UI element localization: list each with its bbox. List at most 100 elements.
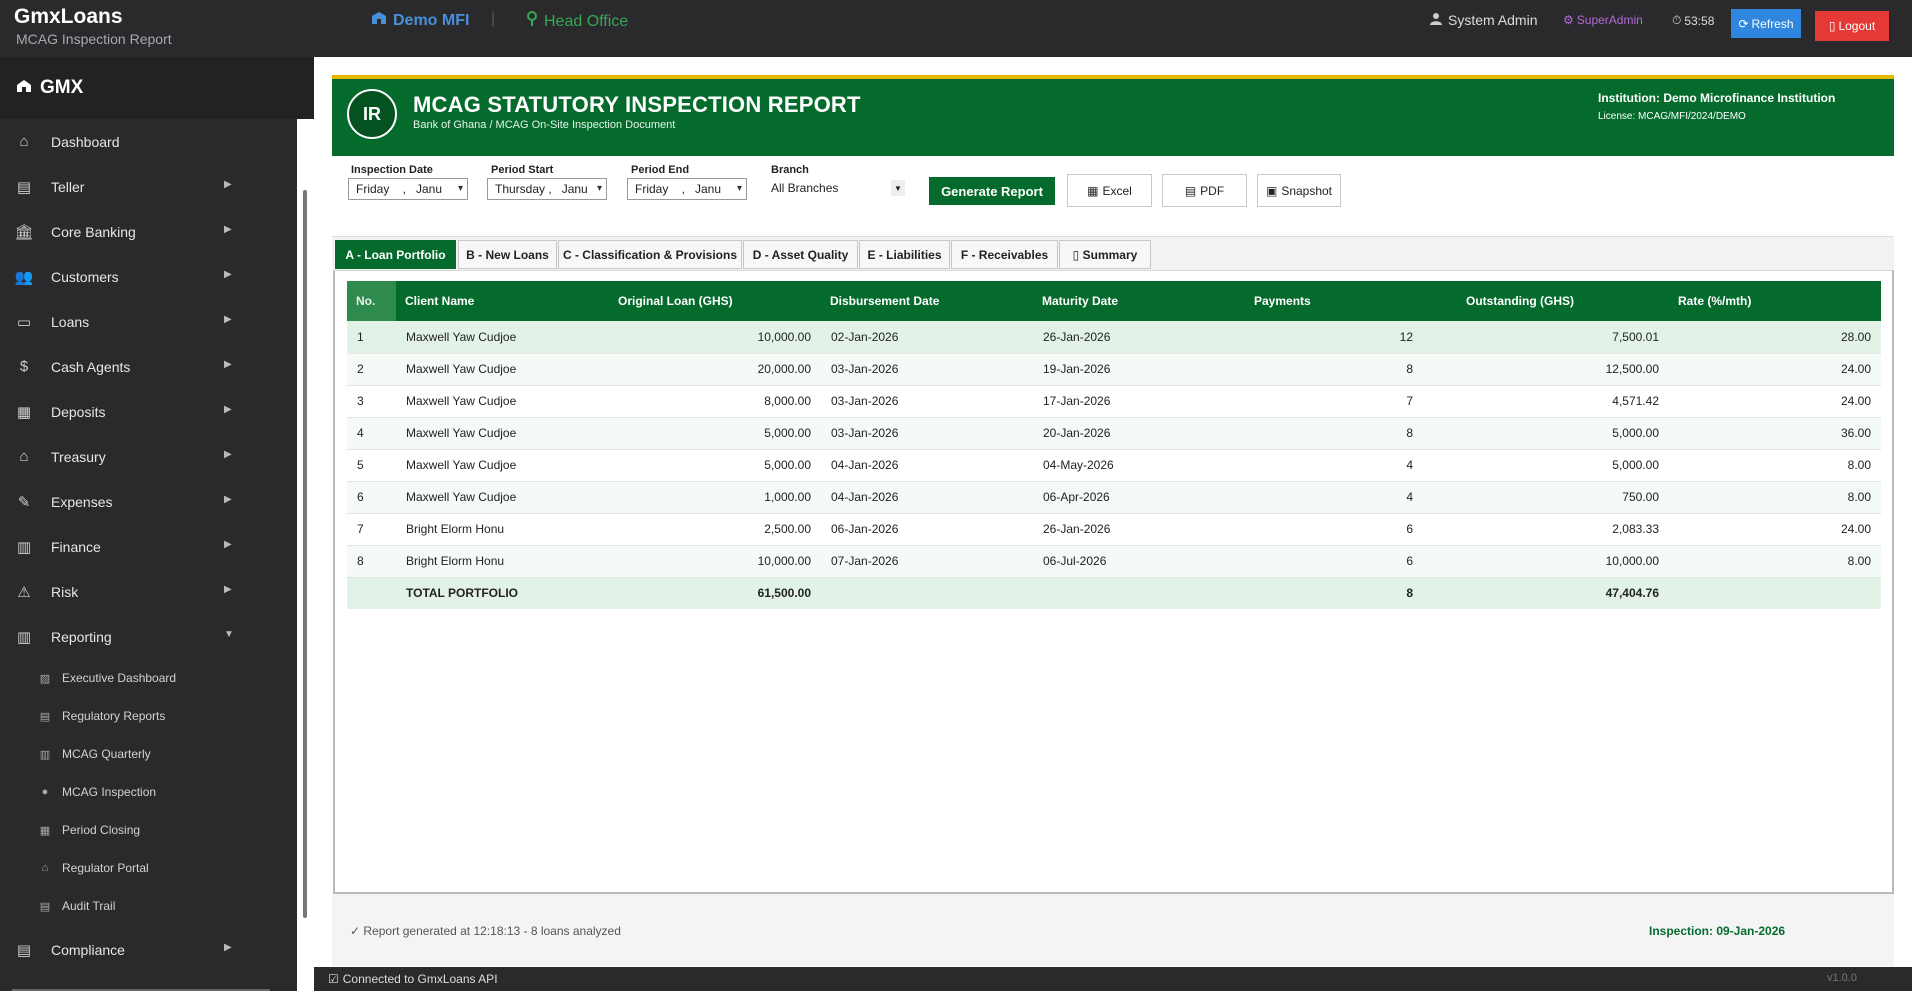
- chevron-down-icon: ▾: [596, 183, 602, 194]
- export-excel-button[interactable]: ▦ Excel: [1067, 174, 1152, 207]
- org-name: Demo MFI: [393, 11, 470, 29]
- connection-status: ☑ Connected to GmxLoans API: [328, 972, 498, 986]
- sidebar-item-cash-agents[interactable]: $ Cash Agents ▶: [0, 344, 297, 389]
- table-row[interactable]: 5 Maxwell Yaw Cudjoe 5,000.00 04-Jan-2026 04…: [347, 449, 1881, 482]
- risk-icon: ⚠: [17, 583, 31, 601]
- table-cell: 8,000.00: [609, 385, 821, 418]
- table-cell: 8.00: [1669, 545, 1881, 578]
- table-cell: 3: [347, 385, 396, 418]
- tab-receivables[interactable]: F - Receivables: [951, 240, 1058, 269]
- sidebar-item-customers[interactable]: 👥 Customers ▶: [0, 254, 297, 299]
- caret-right-icon: ▶: [224, 314, 232, 325]
- inspection-date-footer: Inspection: 09-Jan-2026: [1649, 924, 1786, 938]
- column-header-no[interactable]: No.: [347, 281, 396, 321]
- sidebar-scroll-thumb[interactable]: [303, 190, 307, 918]
- app-subtitle: MCAG Inspection Report: [16, 31, 172, 47]
- chevron-down-icon: ▾: [736, 183, 742, 194]
- branch-selector[interactable]: Head Office: [526, 11, 628, 32]
- period-closing-icon: ▦: [39, 824, 51, 837]
- tab-summary[interactable]: ▯ Summary: [1059, 240, 1151, 269]
- column-header-original-loan[interactable]: Original Loan (GHS): [609, 281, 821, 321]
- table-cell: 8: [347, 545, 396, 578]
- sidebar-item-label: Deposits: [51, 403, 106, 420]
- sidebar-item-expenses[interactable]: ✎ Expenses ▶: [0, 479, 297, 524]
- compliance-icon: ▤: [16, 941, 32, 959]
- tab-liabilities[interactable]: E - Liabilities: [859, 240, 950, 269]
- period-end-picker[interactable]: Friday , Janu ▾: [627, 178, 747, 200]
- table-row[interactable]: 1 Maxwell Yaw Cudjoe 10,000.00 02-Jan-2026 2…: [347, 321, 1881, 354]
- sidebar-item-treasury[interactable]: ⌂ Treasury ▶: [0, 434, 297, 479]
- table-row[interactable]: 3 Maxwell Yaw Cudjoe 8,000.00 03-Jan-2026 17…: [347, 385, 1881, 418]
- table-row[interactable]: 4 Maxwell Yaw Cudjoe 5,000.00 03-Jan-2026 20…: [347, 417, 1881, 450]
- table-cell: Maxwell Yaw Cudjoe: [396, 449, 609, 482]
- table-cell: 2: [347, 353, 396, 386]
- sidebar-subitem-executive-dashboard[interactable]: ▨ Executive Dashboard: [0, 659, 297, 697]
- column-header-rate[interactable]: Rate (%/mth): [1669, 281, 1881, 321]
- report-badge: IR: [347, 89, 397, 139]
- sidebar-subitem-period-closing[interactable]: ▦ Period Closing: [0, 811, 297, 849]
- sidebar-subitem-regulator-portal[interactable]: ⌂ Regulator Portal: [0, 849, 297, 887]
- generate-report-button[interactable]: Generate Report: [929, 177, 1055, 205]
- tab-asset-quality[interactable]: D - Asset Quality: [743, 240, 858, 269]
- sidebar-item-label: Core Banking: [51, 223, 136, 240]
- snapshot-label: Snapshot: [1281, 183, 1333, 198]
- sidebar-item-reporting[interactable]: ▥ Reporting ▼: [0, 614, 297, 659]
- sidebar-item-finance[interactable]: ▥ Finance ▶: [0, 524, 297, 569]
- logout-label: Logout: [1838, 19, 1876, 33]
- caret-right-icon: ▶: [224, 449, 232, 460]
- column-header-disbursement-date[interactable]: Disbursement Date: [821, 281, 1033, 321]
- table-cell: 04-Jan-2026: [821, 481, 1033, 514]
- sidebar-item-deposits[interactable]: ▦ Deposits ▶: [0, 389, 297, 434]
- table-cell: 12: [1245, 321, 1457, 354]
- table-cell: 06-Jan-2026: [821, 513, 1033, 546]
- table-row[interactable]: 8 Bright Elorm Honu 10,000.00 07-Jan-2026 06…: [347, 545, 1881, 578]
- refresh-button[interactable]: ⟳ Refresh: [1731, 9, 1801, 38]
- excel-label: Excel: [1102, 183, 1132, 198]
- column-header-client-name[interactable]: Client Name: [396, 281, 609, 321]
- period-end-value: Friday , Janu: [635, 182, 722, 196]
- caret-right-icon: ▶: [224, 584, 232, 595]
- logout-button[interactable]: ▯ Logout: [1815, 11, 1889, 41]
- sidebar-subitem-mcag-inspection[interactable]: ● MCAG Inspection: [0, 773, 297, 811]
- snapshot-button[interactable]: ▣ Snapshot: [1257, 174, 1341, 207]
- sidebar-item-loans[interactable]: ▭ Loans ▶: [0, 299, 297, 344]
- table-cell: 750.00: [1457, 481, 1669, 514]
- home-icon: [16, 77, 32, 99]
- user-menu[interactable]: System Admin: [1430, 12, 1537, 28]
- table-cell: [1669, 577, 1881, 609]
- sidebar-item-compliance[interactable]: ▤ Compliance ▶: [0, 927, 297, 972]
- period-start-picker[interactable]: Thursday , Janu ▾: [487, 178, 607, 200]
- export-pdf-button[interactable]: ▤ PDF: [1162, 174, 1247, 207]
- sidebar-item-core-banking[interactable]: 🏛 Core Banking ▶: [0, 209, 297, 254]
- table-cell: 6: [347, 481, 396, 514]
- table-cell: 06-Apr-2026: [1033, 481, 1245, 514]
- table-row[interactable]: 7 Bright Elorm Honu 2,500.00 06-Jan-2026 26-…: [347, 513, 1881, 546]
- sidebar-subitem-mcag-quarterly[interactable]: ▥ MCAG Quarterly: [0, 735, 297, 773]
- sidebar-item-dashboard[interactable]: ⌂ Dashboard: [0, 119, 297, 164]
- sidebar-subitem-regulatory-reports[interactable]: ▤ Regulatory Reports: [0, 697, 297, 735]
- sidebar-nav: ⌂ Dashboard ▤ Teller ▶ 🏛 Core Banking ▶ 👥 Custome…: [0, 119, 297, 972]
- treasury-icon: ⌂: [19, 448, 29, 465]
- sidebar-item-label: Expenses: [51, 493, 113, 510]
- table-row[interactable]: 6 Maxwell Yaw Cudjoe 1,000.00 04-Jan-2026 06…: [347, 481, 1881, 514]
- finance-icon: ▥: [16, 538, 32, 556]
- sidebar-brand[interactable]: GMX: [0, 57, 314, 119]
- sidebar-item-risk[interactable]: ⚠ Risk ▶: [0, 569, 297, 614]
- sidebar-item-teller[interactable]: ▤ Teller ▶: [0, 164, 297, 209]
- tab-loan-portfolio[interactable]: A - Loan Portfolio: [335, 240, 456, 269]
- column-header-maturity-date[interactable]: Maturity Date: [1033, 281, 1245, 321]
- sidebar-subitem-audit-trail[interactable]: ▤ Audit Trail: [0, 887, 297, 925]
- tab-new-loans[interactable]: B - New Loans: [458, 240, 557, 269]
- branch-select[interactable]: All Branches ▼: [769, 177, 905, 199]
- column-header-payments[interactable]: Payments: [1245, 281, 1457, 321]
- tab-classification-provisions[interactable]: C - Classification & Provisions: [558, 240, 742, 269]
- dashboard-icon: ⌂: [19, 133, 29, 150]
- table-row[interactable]: 2 Maxwell Yaw Cudjoe 20,000.00 03-Jan-2026 1…: [347, 353, 1881, 386]
- branch-select-value: All Branches: [771, 181, 839, 195]
- table-cell: 4: [1245, 449, 1457, 482]
- inspection-date-picker[interactable]: Friday , Janu ▾: [348, 178, 468, 200]
- column-header-outstanding[interactable]: Outstanding (GHS): [1457, 281, 1669, 321]
- table-cell: 61,500.00: [609, 577, 821, 609]
- status-bar: ☑ Connected to GmxLoans API v1.0.0: [314, 967, 1912, 991]
- org-selector[interactable]: Demo MFI: [371, 11, 469, 30]
